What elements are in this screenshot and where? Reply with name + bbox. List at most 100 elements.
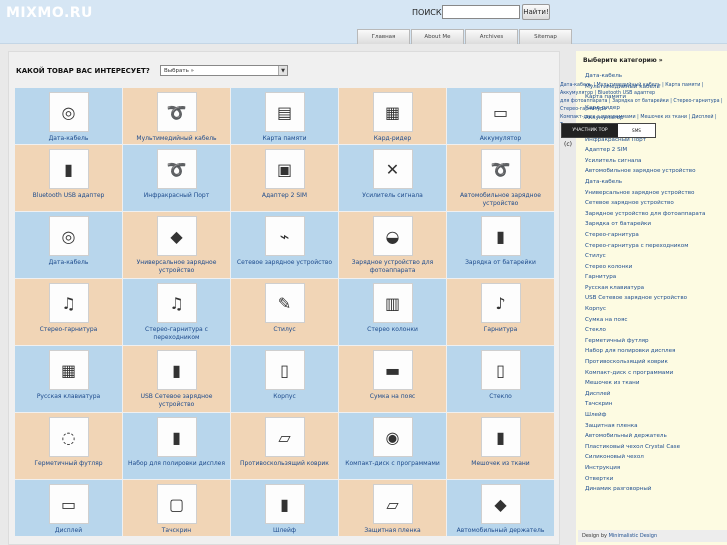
product-cell[interactable]: ➰ Автомобильное зарядное устройство	[447, 145, 554, 211]
sidebar-category-link[interactable]: Шлейф	[585, 410, 706, 421]
product-label[interactable]: Универсальное зарядное устройство	[123, 259, 230, 275]
product-label[interactable]: Дисплей	[52, 527, 85, 535]
product-label[interactable]: Сумка на пояс	[367, 393, 418, 401]
product-thumb-data-cable-icon[interactable]: ◎	[48, 216, 89, 256]
product-cell[interactable]: ▯ Стекло	[447, 346, 554, 412]
sidebar-category-link[interactable]: Усилитель сигнала	[585, 156, 706, 167]
product-thumb-polish-kit-icon[interactable]: ▮	[156, 417, 197, 457]
product-thumb-stylus-icon[interactable]: ✎	[264, 283, 305, 323]
search-button[interactable]: Найти!	[522, 4, 550, 20]
product-cell[interactable]: ▱ Защитная пленка	[339, 480, 446, 536]
product-label[interactable]: Русская клавиатура	[34, 393, 103, 401]
sidebar-category-link[interactable]: Универсальное зарядное устройство	[585, 188, 706, 199]
product-cell[interactable]: ▣ Адаптер 2 SIM	[231, 145, 338, 211]
sidebar-category-link[interactable]: Стерео-гарнитура с переходником	[585, 241, 706, 252]
tab-archives[interactable]: Archives	[465, 29, 518, 44]
product-label[interactable]: Автомобильный держатель	[454, 527, 548, 535]
sidebar-category-link[interactable]: Русская клавиатура	[585, 283, 706, 294]
sidebar-category-link[interactable]: Зарядка от батарейки	[585, 219, 706, 230]
sidebar-category-link[interactable]: Сетевое зарядное устройство	[585, 198, 706, 209]
product-cell[interactable]: ▮ Мешочек из ткани	[447, 413, 554, 479]
product-label[interactable]: Стерео-гарнитура с переходником	[123, 326, 230, 342]
product-cell[interactable]: ◒ Зарядное устройство для фотоаппарата	[339, 212, 446, 278]
sidebar-category-link[interactable]: USB Сетевое зарядное устройство	[585, 293, 706, 304]
product-thumb-phone-case-icon[interactable]: ▯	[264, 350, 305, 390]
product-cell[interactable]: ▭ Аккумулятор	[447, 88, 554, 144]
sidebar-category-link[interactable]: Дата-кабель	[585, 71, 706, 82]
product-thumb-battery-icon[interactable]: ▭	[480, 92, 521, 132]
product-thumb-waterproof-case-icon[interactable]: ◌	[48, 417, 89, 457]
product-thumb-display-icon[interactable]: ▭	[48, 484, 89, 524]
tab-sitemap[interactable]: Sitemap	[519, 29, 572, 44]
top-counter-badge[interactable]: УЧАСТНИК TOP SMS	[561, 123, 656, 138]
product-label[interactable]: Дата-кабель	[46, 135, 92, 143]
search-input[interactable]	[442, 5, 520, 19]
product-thumb-cd-icon[interactable]: ◉	[372, 417, 413, 457]
product-cell[interactable]: ♫ Стерео-гарнитура с переходником	[123, 279, 230, 345]
product-label[interactable]: Стекло	[486, 393, 515, 401]
product-thumb-av-cable-icon[interactable]: ➰	[156, 92, 197, 132]
product-cell[interactable]: ✎ Стилус	[231, 279, 338, 345]
sidebar-category-link[interactable]: Набор для полировки дисплея	[585, 346, 706, 357]
product-cell[interactable]: ▢ Тачскрин	[123, 480, 230, 536]
product-label[interactable]: Автомобильное зарядное устройство	[447, 192, 554, 208]
product-cell[interactable]: ➰ Инфракрасный Порт	[123, 145, 230, 211]
product-thumb-signal-booster-icon[interactable]: ✕	[372, 149, 413, 189]
product-label[interactable]: Сетевое зарядное устройство	[234, 259, 335, 267]
product-thumb-pouch-icon[interactable]: ▮	[480, 417, 521, 457]
sidebar-category-link[interactable]: Автомобильный держатель	[585, 431, 706, 442]
product-cell[interactable]: ◆ Автомобильный держатель	[447, 480, 554, 536]
product-cell[interactable]: ▯ Корпус	[231, 346, 338, 412]
overlay-line[interactable]: Дата-кабель | Мультимедийный кабель | Ка…	[560, 82, 727, 98]
product-cell[interactable]: ◎ Дата-кабель	[15, 88, 122, 144]
sidebar-category-link[interactable]: Дата-кабель	[585, 177, 706, 188]
product-thumb-sim-adapter-icon[interactable]: ▣	[264, 149, 305, 189]
chevron-down-icon[interactable]: ▼	[278, 66, 287, 75]
sidebar-category-link[interactable]: Стекло	[585, 325, 706, 336]
product-thumb-infrared-port-icon[interactable]: ➰	[156, 149, 197, 189]
product-cell[interactable]: ♪ Гарнитура	[447, 279, 554, 345]
product-thumb-cd-cable-icon[interactable]: ◎	[48, 92, 89, 132]
sidebar-category-link[interactable]: Корпус	[585, 304, 706, 315]
sidebar-category-link[interactable]: Стилус	[585, 251, 706, 262]
product-thumb-headset-adapter-icon[interactable]: ♫	[156, 283, 197, 323]
product-cell[interactable]: ◎ Дата-кабель	[15, 212, 122, 278]
category-select[interactable]: Выбрать » ▼	[160, 65, 288, 76]
product-label[interactable]: Шлейф	[270, 527, 299, 535]
product-cell[interactable]: ◉ Компакт-диск с программами	[339, 413, 446, 479]
product-thumb-mat-icon[interactable]: ▱	[264, 417, 305, 457]
product-cell[interactable]: ▱ Противоскользящий коврик	[231, 413, 338, 479]
sidebar-category-link[interactable]: Динамик разговорный	[585, 484, 706, 495]
product-thumb-usb-charger-icon[interactable]: ▮	[156, 350, 197, 390]
sidebar-category-link[interactable]: Гарнитура	[585, 272, 706, 283]
product-cell[interactable]: ▦ Кард-ридер	[339, 88, 446, 144]
product-cell[interactable]: ◌ Герметичный футляр	[15, 413, 122, 479]
product-cell[interactable]: ▮ USB Сетевое зарядное устройство	[123, 346, 230, 412]
product-thumb-cable-ribbon-icon[interactable]: ▮	[264, 484, 305, 524]
product-cell[interactable]: ▮ Шлейф	[231, 480, 338, 536]
sidebar-category-link[interactable]: Мешочек из ткани	[585, 378, 706, 389]
site-logo[interactable]: MIXMO.RU	[6, 5, 93, 21]
product-thumb-battery-charger-icon[interactable]: ▮	[480, 216, 521, 256]
product-label[interactable]: Усилитель сигнала	[359, 192, 426, 200]
product-thumb-speakers-icon[interactable]: ▥	[372, 283, 413, 323]
sidebar-category-link[interactable]: Автомобильное зарядное устройство	[585, 166, 706, 177]
product-cell[interactable]: ▦ Русская клавиатура	[15, 346, 122, 412]
product-label[interactable]: Гарнитура	[481, 326, 521, 334]
product-cell[interactable]: ⌁ Сетевое зарядное устройство	[231, 212, 338, 278]
product-thumb-keyboard-icon[interactable]: ▦	[48, 350, 89, 390]
product-thumb-headset-icon[interactable]: ♪	[480, 283, 521, 323]
product-cell[interactable]: ✕ Усилитель сигнала	[339, 145, 446, 211]
product-thumb-stereo-headset-icon[interactable]: ♫	[48, 283, 89, 323]
product-cell[interactable]: ▭ Дисплей	[15, 480, 122, 536]
sidebar-category-link[interactable]: Силиконовый чехол	[585, 452, 706, 463]
product-thumb-touchscreen-icon[interactable]: ▢	[156, 484, 197, 524]
product-label[interactable]: Противоскользящий коврик	[237, 460, 332, 468]
sidebar-category-link[interactable]: Стерео колонки	[585, 262, 706, 273]
overlay-line[interactable]: для фотоаппарата | Зарядка от батарейки …	[560, 98, 727, 114]
sidebar-category-link[interactable]: Герметичный футляр	[585, 336, 706, 347]
sidebar-category-link[interactable]: Отвертки	[585, 474, 706, 485]
product-cell[interactable]: ▤ Карта памяти	[231, 88, 338, 144]
product-label[interactable]: Корпус	[270, 393, 299, 401]
sidebar-category-link[interactable]: Стерео-гарнитура	[585, 230, 706, 241]
